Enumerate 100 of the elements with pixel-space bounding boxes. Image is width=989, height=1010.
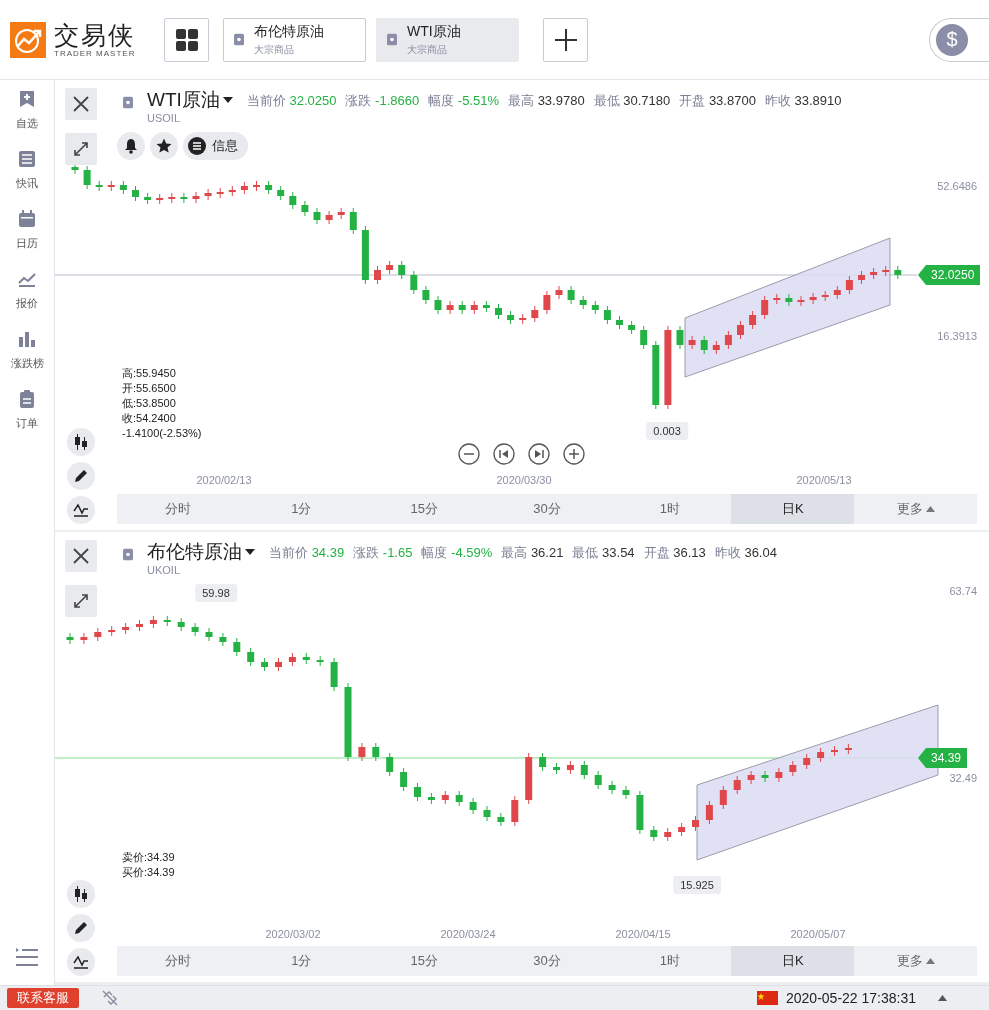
timeframe-tab[interactable]: 1分 <box>239 494 363 524</box>
alert-button[interactable] <box>117 132 145 160</box>
sidebar-item[interactable]: 自选 <box>16 90 38 150</box>
candlestick-tool-button[interactable] <box>67 428 95 456</box>
plus-icon <box>554 28 577 51</box>
date-axis-label: 2020/05/13 <box>796 474 852 486</box>
barrel-icon <box>123 548 133 561</box>
close-icon <box>73 96 89 112</box>
grid-icon <box>175 28 198 51</box>
timeframe-tab[interactable]: 日K <box>731 494 855 524</box>
caret-icon <box>925 958 935 964</box>
quote-value: 36.04 <box>744 545 777 560</box>
timeframe-tab[interactable]: 日K <box>731 946 855 976</box>
zoom-control-icon[interactable] <box>493 443 515 465</box>
pencil-icon <box>74 469 88 483</box>
sidebar-item[interactable]: 快讯 <box>16 150 38 210</box>
price-badge: 32.0250 <box>918 265 981 285</box>
close-button[interactable] <box>65 88 97 120</box>
caret-icon <box>925 506 935 512</box>
price-marker: 0.003 <box>646 422 688 440</box>
add-tab-button[interactable] <box>543 17 588 62</box>
flag-icon <box>757 991 778 1005</box>
quote-label: 当前价 <box>246 93 286 108</box>
ohlc-line: 低:53.8500 <box>122 396 177 411</box>
timeframe-tab[interactable]: 更多 <box>854 946 977 976</box>
close-button[interactable] <box>65 540 97 572</box>
quote-label: 幅度 <box>421 545 448 560</box>
timeframe-tab[interactable]: 30分 <box>485 494 609 524</box>
zoom-control-icon[interactable] <box>458 443 480 465</box>
support-button[interactable]: 联系客服 <box>7 988 79 1008</box>
quote-label: 开盘 <box>643 545 670 560</box>
quote-label: 涨跌 <box>345 93 372 108</box>
ohlc-line: -1.4100(-2.53%) <box>122 426 202 441</box>
draw-tool-button[interactable] <box>67 462 95 490</box>
grid-button[interactable] <box>164 17 209 62</box>
zoom-control-icon[interactable] <box>528 443 550 465</box>
timeframe-tab[interactable]: 30分 <box>485 946 609 976</box>
sidebar-item[interactable]: 报价 <box>16 270 38 330</box>
timeframe-tab[interactable]: 分时 <box>117 494 240 524</box>
timeframe-tab[interactable]: 1时 <box>608 946 732 976</box>
sidebar-icon <box>18 210 36 228</box>
caret-icon <box>222 97 233 103</box>
barrel-icon <box>123 96 133 109</box>
price-marker: 59.98 <box>195 584 237 602</box>
draw-tool-button[interactable] <box>67 914 95 942</box>
caret-icon[interactable] <box>938 995 947 1001</box>
timeframe-tab[interactable]: 分时 <box>117 946 240 976</box>
timeframe-tab[interactable]: 更多 <box>854 494 977 524</box>
indicator-tool-button[interactable] <box>67 496 95 524</box>
list-icon <box>188 137 206 155</box>
quote-value: 33.8910 <box>794 93 842 108</box>
favorite-button[interactable] <box>150 132 178 160</box>
zoom-control-icon[interactable] <box>563 443 585 465</box>
menu-icon[interactable] <box>15 947 39 967</box>
expand-icon <box>73 141 89 157</box>
candlestick-tool-button[interactable] <box>67 880 95 908</box>
status-datetime: 2020-05-22 17:38:31 <box>786 990 916 1006</box>
quote-label: 涨跌 <box>353 545 380 560</box>
sidebar-item[interactable]: 日历 <box>16 210 38 270</box>
candlestick-icon <box>74 434 88 450</box>
sidebar-icon <box>18 390 36 408</box>
quote-value: -4.59% <box>451 545 493 560</box>
tab-name: WTI原油 <box>407 22 461 41</box>
timeframe-tab[interactable]: 15分 <box>362 946 486 976</box>
quote-value: -5.51% <box>457 93 499 108</box>
ohlc-line: 收:54.2400 <box>122 411 177 426</box>
caret-icon <box>245 549 255 555</box>
price-axis-label: 63.74 <box>949 585 977 597</box>
ohlc-line: 高:55.9450 <box>122 366 177 381</box>
timeframe-tab[interactable]: 1时 <box>608 494 732 524</box>
quote-value: 33.9780 <box>537 93 585 108</box>
symbol-dropdown[interactable]: 布伦特原油 <box>147 540 255 564</box>
logo-name: 交易侠 <box>54 21 136 49</box>
link-icon[interactable] <box>101 989 119 1007</box>
pencil-icon <box>74 921 88 935</box>
expand-icon <box>73 593 89 609</box>
timeframe-tab[interactable]: 15分 <box>362 494 486 524</box>
price-axis-label: 16.3913 <box>937 330 977 342</box>
symbol-dropdown[interactable]: WTI原油 <box>147 88 233 112</box>
quote-value: 33.8700 <box>708 93 756 108</box>
indicator-tool-button[interactable] <box>67 948 95 976</box>
quote-value: 33.54 <box>602 545 635 560</box>
expand-button[interactable] <box>65 585 97 617</box>
symbol-tab[interactable]: WTI原油 大宗商品 <box>376 17 519 62</box>
sidebar-icon <box>18 330 36 348</box>
ohlc-line: 卖价:34.39 <box>122 850 175 865</box>
expand-button[interactable] <box>65 133 97 165</box>
price-marker: 15.925 <box>673 876 721 894</box>
tab-category: 大宗商品 <box>254 42 295 57</box>
price-axis-label: 52.6486 <box>937 180 977 192</box>
sidebar-item[interactable]: 涨跌榜 <box>10 330 44 390</box>
symbol-tab[interactable]: 布伦特原油 大宗商品 <box>223 17 366 62</box>
candlestick-icon <box>74 886 88 902</box>
timeframe-tab[interactable]: 1分 <box>239 946 363 976</box>
sidebar-item[interactable]: 订单 <box>16 390 38 450</box>
quote-label: 当前价 <box>269 545 308 560</box>
barrel-icon <box>234 33 244 46</box>
quote-label: 最低 <box>572 545 599 560</box>
info-button[interactable]: 信息 <box>183 132 248 160</box>
quote-value: 36.21 <box>530 545 564 560</box>
